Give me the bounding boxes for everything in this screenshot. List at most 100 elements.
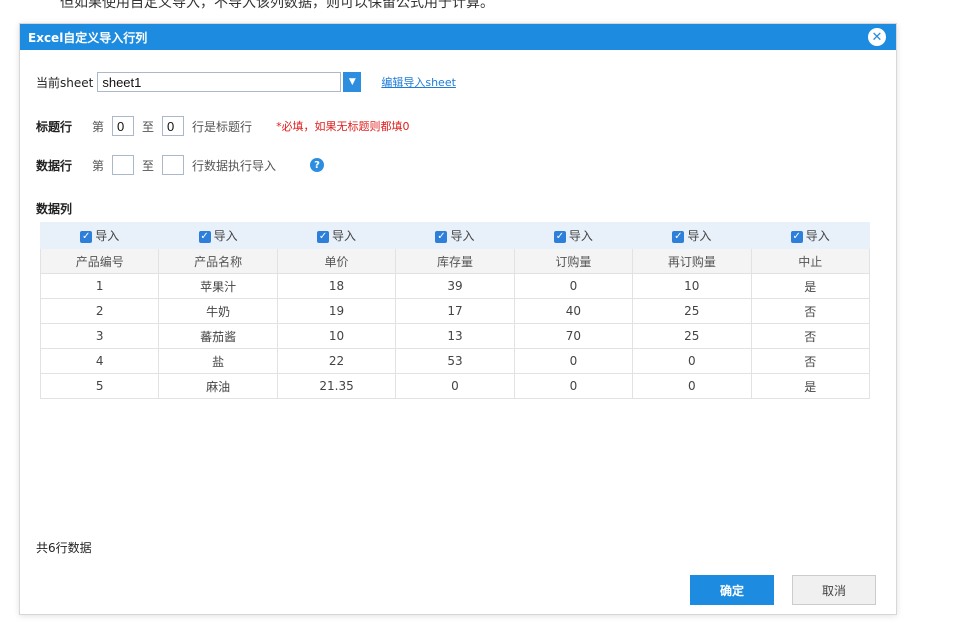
chevron-down-icon[interactable]: ▼ [343,72,362,92]
table-cell: 19 [276,298,397,324]
data-row-label: 数据行 [36,158,73,173]
table-cell: 40 [513,298,634,324]
import-checkbox-label[interactable]: 导入 [450,229,474,243]
column-header: 产品名称 [158,248,278,274]
data-row-from-input[interactable] [112,155,135,175]
edit-sheet-link[interactable]: 编辑导入sheet [381,74,456,90]
data-row-suffix: 行数据执行导入 [192,158,277,173]
title-row-label: 标题行 [36,119,73,134]
table-cell: 麻油 [158,373,278,399]
import-cell: ✓ 导入 [750,222,871,249]
column-header: 单价 [276,248,397,274]
dialog-title: Excel自定义导入行列 [28,30,148,45]
table-cell: 4 [39,348,160,374]
table-cell: 70 [513,323,634,349]
table-cell: 5 [39,373,160,399]
table-cell: 13 [395,323,515,349]
table-cell: 0 [395,373,515,399]
table-cell: 是 [750,373,871,399]
table-cell: 39 [395,273,515,299]
table-row: 3 蕃茄酱 10 13 70 25 否 [39,323,871,349]
import-cell: ✓ 导入 [158,222,278,249]
columns-row: 数据列 [36,200,72,217]
ok-button[interactable]: 确定 [690,575,774,605]
title-row-middle: 至 [142,119,155,134]
table-cell: 25 [632,298,752,324]
column-header: 产品编号 [39,248,160,274]
title-row-from-input[interactable]: 0 [112,116,135,136]
data-row-middle: 至 [142,158,155,173]
dialog-titlebar: Excel自定义导入行列 ✕ [20,24,896,50]
checkbox-checked-icon[interactable]: ✓ [198,230,211,243]
table-cell: 苹果汁 [158,273,278,299]
close-icon[interactable]: ✕ [868,28,886,46]
sheet-row: 当前sheet sheet1 ▼ 编辑导入sheet [36,72,456,92]
table-cell: 3 [39,323,160,349]
data-row-settings: 数据行 第 至 行数据执行导入 ? [36,155,325,175]
table-cell: 0 [513,348,634,374]
cancel-button[interactable]: 取消 [792,575,876,605]
table-cell: 0 [513,373,634,399]
table-row: 1 苹果汁 18 39 0 10 是 [39,273,871,299]
checkbox-checked-icon[interactable]: ✓ [672,230,685,243]
data-row-prefix: 第 [92,158,105,173]
row-count-text: 共6行数据 [36,541,92,555]
table-cell: 否 [750,323,871,349]
table-cell: 53 [395,348,515,374]
title-row-prefix: 第 [92,119,105,134]
import-checkbox-label[interactable]: 导入 [95,229,119,243]
column-header: 库存量 [395,248,515,274]
import-checkbox-label[interactable]: 导入 [806,229,830,243]
title-row-to-input[interactable]: 0 [162,116,185,136]
import-checkbox-label[interactable]: 导入 [687,229,711,243]
sheet-label: 当前sheet [36,75,94,90]
import-checkbox-label[interactable]: 导入 [569,229,593,243]
table-cell: 是 [750,273,871,299]
data-table: ✓ 导入 ✓ 导入 ✓ 导入 ✓ 导入 ✓ 导入 ✓ 导入 ✓ 导入 产品编号 产品名称 单价 库存量 订购量 再订购… [39,222,871,399]
sheet-select-input[interactable]: sheet1 [97,72,342,92]
table-cell: 17 [395,298,515,324]
table-cell: 蕃茄酱 [158,323,278,349]
table-cell: 1 [39,273,160,299]
table-header-row: 产品编号 产品名称 单价 库存量 订购量 再订购量 中止 [39,248,871,274]
table-cell: 0 [632,348,752,374]
table-cell: 0 [632,373,752,399]
title-row-settings: 标题行 第 0 至 0 行是标题行 *必填，如果无标题则都填0 [36,116,410,136]
data-row-to-input[interactable] [162,155,185,175]
background-text: 但如果使用自定义导入，不导入该列数据，则可以保留公式用于计算。 [60,0,494,11]
import-cell: ✓ 导入 [632,222,752,249]
column-header: 中止 [750,248,871,274]
checkbox-checked-icon[interactable]: ✓ [80,230,93,243]
import-cell: ✓ 导入 [395,222,515,249]
table-row: 2 牛奶 19 17 40 25 否 [39,298,871,324]
import-cell: ✓ 导入 [39,222,160,249]
table-row: 5 麻油 21.35 0 0 0 是 [39,373,871,399]
import-cell: ✓ 导入 [513,222,634,249]
help-icon[interactable]: ? [310,158,325,172]
checkbox-checked-icon[interactable]: ✓ [317,230,330,243]
table-cell: 否 [750,348,871,374]
table-cell: 盐 [158,348,278,374]
import-cell: ✓ 导入 [276,222,397,249]
table-cell: 18 [276,273,397,299]
checkbox-checked-icon[interactable]: ✓ [435,230,448,243]
table-cell: 牛奶 [158,298,278,324]
required-hint: *必填，如果无标题则都填0 [276,120,410,133]
column-header: 再订购量 [632,248,752,274]
footer-row: 共6行数据 [36,539,92,556]
table-cell: 22 [276,348,397,374]
table-cell: 否 [750,298,871,324]
checkbox-checked-icon[interactable]: ✓ [553,230,566,243]
table-cell: 0 [513,273,634,299]
import-checkbox-label[interactable]: 导入 [332,229,356,243]
import-checkbox-row: ✓ 导入 ✓ 导入 ✓ 导入 ✓ 导入 ✓ 导入 ✓ 导入 ✓ 导入 [39,222,871,249]
table-cell: 10 [632,273,752,299]
checkbox-checked-icon[interactable]: ✓ [790,230,803,243]
title-row-suffix: 行是标题行 [192,119,253,134]
table-cell: 25 [632,323,752,349]
import-dialog: Excel自定义导入行列 ✕ 当前sheet sheet1 ▼ 编辑导入shee… [19,23,897,615]
table-cell: 21.35 [276,373,397,399]
columns-label: 数据列 [36,202,73,216]
import-checkbox-label[interactable]: 导入 [214,229,238,243]
table-cell: 2 [39,298,160,324]
